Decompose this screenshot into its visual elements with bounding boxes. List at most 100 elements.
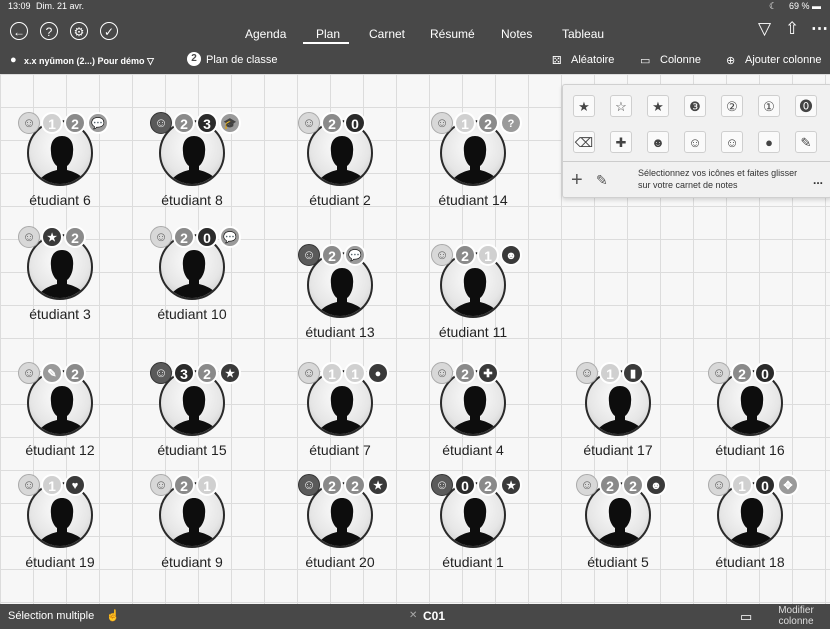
smile-icon: ☺: [708, 474, 730, 496]
student-seat[interactable]: ☺ 3 2 ★ étudiant 15: [132, 362, 252, 492]
palette-star-light-icon[interactable]: ☆: [610, 95, 632, 117]
wifi-icon: ☾: [769, 1, 778, 11]
student-badges: ☺ 1 ♥: [0, 474, 120, 498]
edit-icon[interactable]: ✎: [596, 172, 608, 189]
student-name: étudiant 11: [438, 324, 508, 340]
palette-smile-dark-icon[interactable]: ☻: [647, 131, 669, 153]
random-icon[interactable]: ⚄: [552, 54, 562, 67]
student-seat[interactable]: ☺ 2 1 ☻ étudiant 11: [413, 244, 533, 374]
palette-smile-mid-icon[interactable]: ☺: [684, 131, 706, 153]
student-name: étudiant 19: [25, 554, 95, 570]
settings-icon[interactable]: ⚙: [70, 22, 88, 40]
score-badge: 1: [599, 362, 621, 384]
student-seat[interactable]: ☺ 1 2? étudiant 14: [413, 112, 533, 242]
add-column-icon[interactable]: ⊕: [726, 54, 735, 67]
score-badge: 2: [599, 474, 621, 496]
palette-1-icon[interactable]: ①: [758, 95, 780, 117]
student-name: étudiant 10: [157, 306, 227, 322]
smile-icon: ☺: [431, 362, 453, 384]
edit-column-button[interactable]: Modifier colonne: [770, 605, 822, 627]
column-button[interactable]: Colonne: [660, 54, 701, 66]
palette-note-icon[interactable]: ✎: [795, 131, 817, 153]
student-seat[interactable]: ☺ 1 ▮ étudiant 17: [558, 362, 678, 492]
edit-column-icon[interactable]: ▭: [740, 609, 752, 625]
hand-icon[interactable]: ☝: [106, 609, 120, 622]
smile-icon: ☺: [150, 474, 172, 496]
student-badges: ☺ 2 1 ☻: [413, 244, 533, 268]
smile-dark-icon: ☺: [431, 474, 453, 496]
palette-star-dark-icon[interactable]: ★: [647, 95, 669, 117]
palette-delete-icon[interactable]: ⌫: [573, 131, 595, 153]
student-seat[interactable]: ☺ 2 2 ★ étudiant 20: [280, 474, 400, 604]
student-seat[interactable]: ☺ 2 1 étudiant 9: [132, 474, 252, 604]
cap-icon: 🎓: [219, 112, 241, 134]
student-seat[interactable]: ☺ 1 ♥ étudiant 19: [0, 474, 120, 604]
student-seat[interactable]: ☺ 1 2 💬 étudiant 6: [0, 112, 120, 242]
student-seat[interactable]: ☺ 0 2 ★ étudiant 1: [413, 474, 533, 604]
student-name: étudiant 5: [587, 554, 649, 570]
heart-icon: ♥: [64, 474, 86, 496]
smile-icon: ☺: [708, 362, 730, 384]
column-icon[interactable]: ▭: [640, 54, 650, 67]
palette-star-grey-icon[interactable]: ★: [573, 95, 595, 117]
palette-3-icon[interactable]: ❸: [684, 95, 706, 117]
palette-smile-light-icon[interactable]: ☺: [721, 131, 743, 153]
student-seat[interactable]: ☺ 2 ✚ étudiant 4: [413, 362, 533, 492]
score-badge: 0: [454, 474, 476, 496]
smile-icon: ☺: [298, 362, 320, 384]
top-toolbar: 13:09 Dim. 21 avr. 69 % ☾ ▬ ← ? ⚙ ✓ Agen…: [0, 0, 830, 74]
student-seat[interactable]: ☺ ★ 2 étudiant 3: [0, 226, 120, 356]
bottom-toolbar: Sélection multiple ☝ ✕ C01 ▭ Modifier co…: [0, 604, 830, 629]
share-icon[interactable]: ⇧: [785, 19, 799, 39]
student-seat[interactable]: ☺ 2 2 ☻ étudiant 5: [558, 474, 678, 604]
tab-tableau[interactable]: Tableau: [562, 27, 604, 41]
student-seat[interactable]: ☺ 2 3 🎓 étudiant 8: [132, 112, 252, 242]
filter-icon[interactable]: ▽: [758, 19, 771, 39]
class-selector[interactable]: x.x nyūmon (2...) Pour démo ▽: [24, 56, 154, 67]
score-badge: 2: [173, 112, 195, 134]
student-badges: ☺ 2 0: [690, 362, 810, 386]
multi-select-button[interactable]: Sélection multiple: [8, 610, 94, 622]
student-seat[interactable]: ☺ 1 0 ✥ étudiant 18: [690, 474, 810, 604]
star-icon: ★: [41, 226, 63, 248]
student-seat[interactable]: ☺ 2 💬 étudiant 13: [280, 244, 400, 374]
tab-resume[interactable]: Résumé: [430, 27, 475, 41]
help-icon[interactable]: ?: [40, 22, 58, 40]
student-badges: ☺ 1 0 ✥: [690, 474, 810, 498]
student-badges: ☺ 2 ✚: [413, 362, 533, 386]
smile-icon: ☺: [18, 226, 40, 248]
tab-plan[interactable]: Plan: [316, 27, 340, 41]
score-badge: 1: [454, 112, 476, 134]
group-icon: ☻: [645, 474, 667, 496]
score-badge: 0: [196, 226, 218, 248]
palette-2-icon[interactable]: ②: [721, 95, 743, 117]
tab-agenda[interactable]: Agenda: [245, 27, 286, 41]
speech-icon: 💬: [219, 226, 241, 248]
palette-circle-dark-icon[interactable]: ●: [758, 131, 780, 153]
tab-carnet[interactable]: Carnet: [369, 27, 405, 41]
student-seat[interactable]: ☺ 2 0 étudiant 16: [690, 362, 810, 492]
close-icon[interactable]: ✕: [409, 610, 417, 621]
plan-de-classe-button[interactable]: Plan de classe: [206, 54, 278, 66]
back-icon[interactable]: ←: [10, 22, 28, 40]
palette-plus-icon[interactable]: ✚: [610, 131, 632, 153]
score-badge: 1: [196, 474, 218, 496]
student-badges: ☺ 2 3 🎓: [132, 112, 252, 136]
palette-more-button[interactable]: ...: [813, 173, 823, 187]
random-button[interactable]: Aléatoire: [571, 54, 614, 66]
student-seat[interactable]: ☺ 2 0 💬 étudiant 10: [132, 226, 252, 356]
more-icon[interactable]: ⋯: [811, 19, 828, 39]
add-icon[interactable]: +: [571, 169, 583, 192]
check-icon[interactable]: ✓: [100, 22, 118, 40]
score-badge: 1: [41, 112, 63, 134]
speech-icon: 💬: [344, 244, 366, 266]
student-seat[interactable]: ☺ 2 0 étudiant 2: [280, 112, 400, 242]
palette-0-icon[interactable]: ⓿: [795, 95, 817, 117]
add-column-button[interactable]: Ajouter colonne: [745, 54, 821, 66]
score-badge: 2: [344, 474, 366, 496]
smile-dark-icon: ☺: [150, 112, 172, 134]
student-seat[interactable]: ☺ 1 1 ● étudiant 7: [280, 362, 400, 492]
tab-notes[interactable]: Notes: [501, 27, 532, 41]
class-color-dot: ●: [10, 54, 17, 66]
student-seat[interactable]: ☺ ✎ 2 étudiant 12: [0, 362, 120, 492]
